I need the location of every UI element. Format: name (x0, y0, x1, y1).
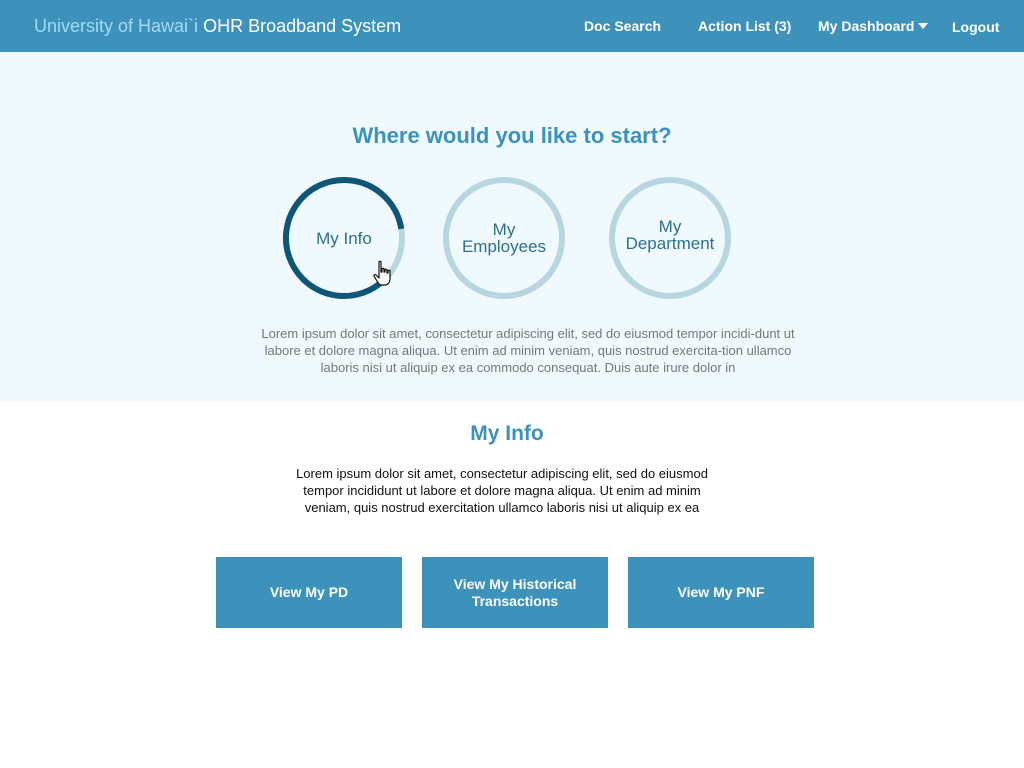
nav-logout[interactable]: Logout (952, 18, 999, 36)
hand-pointer-icon (373, 260, 391, 286)
brand-university: University of Hawai`i (34, 16, 199, 36)
option-my-department-line1: My (658, 217, 682, 236)
view-historical-transactions-button[interactable]: View My Historical Transactions (422, 557, 608, 628)
option-my-department-line2: Department (625, 234, 715, 253)
section-title-my-info: My Info (470, 422, 544, 445)
caret-down-icon (918, 23, 929, 29)
view-my-pd-button[interactable]: View My PD (216, 557, 402, 628)
nav-action-list[interactable]: Action List (3) (698, 17, 791, 35)
top-navigation-bar: University of Hawai`i OHR Broadband Syst… (0, 0, 1024, 52)
brand-system-name: OHR Broadband System (203, 16, 402, 36)
option-my-employees-line1: My (492, 220, 516, 239)
start-description: Lorem ipsum dolor sit amet, consectetur … (261, 326, 795, 375)
option-my-employees-label: My Employees (450, 176, 558, 300)
option-my-employees[interactable]: My Employees (442, 176, 566, 300)
section-description: Lorem ipsum dolor sit amet, consectetur … (296, 466, 708, 515)
option-my-department-label: My Department (616, 173, 724, 297)
option-my-info-text: My Info (316, 228, 372, 248)
view-my-pnf-button[interactable]: View My PNF (628, 557, 814, 628)
nav-my-dashboard-label: My Dashboard (818, 18, 915, 34)
option-my-department[interactable]: My Department (608, 176, 732, 300)
nav-doc-search[interactable]: Doc Search (584, 17, 661, 35)
option-my-employees-line2: Employees (461, 237, 547, 256)
app-brand[interactable]: University of Hawai`i OHR Broadband Syst… (34, 15, 401, 37)
nav-my-dashboard[interactable]: My Dashboard (818, 17, 929, 35)
start-prompt-title: Where would you like to start? (352, 123, 672, 148)
